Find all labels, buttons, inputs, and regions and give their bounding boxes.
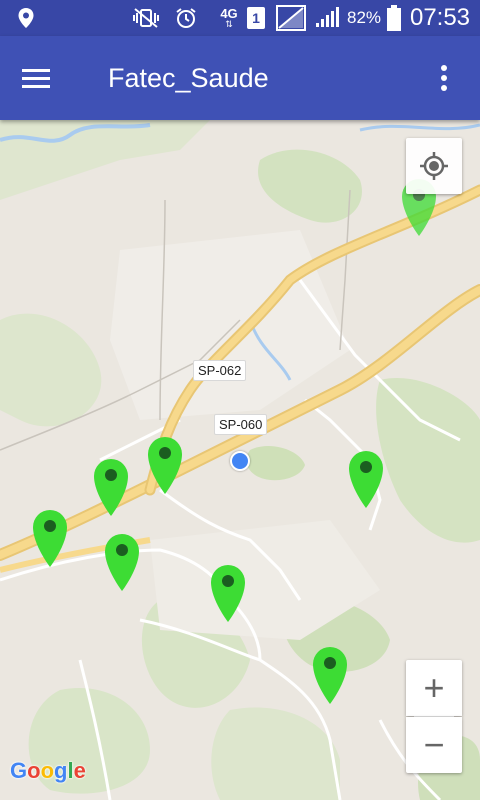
sim-icon: 1 [244,0,268,36]
app-title: Fatec_Saude [108,62,269,93]
map-pin-icon [33,510,67,567]
sim-slot-label: 1 [247,7,265,29]
vibrate-icon [131,0,161,36]
map-pin-icon [349,451,383,508]
map-marker[interactable] [209,562,247,624]
map-marker[interactable] [347,448,385,510]
user-location-dot [230,451,250,471]
my-location-icon [420,152,448,180]
map-pin-icon [105,534,139,591]
map-view[interactable]: SP-062 SP-060 + − Google [0,120,480,800]
google-logo: Google [10,758,86,783]
battery-icon [384,0,404,36]
more-vert-icon [441,65,447,91]
status-bar: 4G ⇅ 1 82% 07:53 [0,0,480,36]
map-marker[interactable] [311,644,349,706]
menu-button[interactable] [14,56,58,100]
app-bar: Fatec_Saude [0,36,480,120]
map-marker[interactable] [31,507,69,569]
overflow-menu-button[interactable] [424,56,464,100]
network-4g-icon: 4G ⇅ [220,6,238,29]
zoom-in-button[interactable]: + [406,660,462,716]
battery-percent: 82% [346,8,382,27]
signal-empty-icon [274,0,308,36]
map-marker[interactable] [146,434,184,496]
minus-icon: − [423,724,445,765]
road-label-sp060: SP-060 [214,414,268,435]
signal-icon [312,0,342,36]
map-pin-icon [94,459,128,516]
my-location-button[interactable] [406,138,462,194]
map-marker[interactable] [92,456,130,518]
location-icon [14,0,38,36]
plus-icon: + [423,667,445,708]
hamburger-menu-icon [22,69,50,88]
zoom-out-button[interactable]: − [406,717,462,773]
clock: 07:53 [409,4,471,31]
map-pin-icon [313,647,347,704]
map-pin-icon [211,565,245,622]
map-marker[interactable] [103,531,141,593]
alarm-icon [172,0,200,36]
map-pin-icon [148,437,182,494]
road-label-sp062: SP-062 [193,360,247,381]
